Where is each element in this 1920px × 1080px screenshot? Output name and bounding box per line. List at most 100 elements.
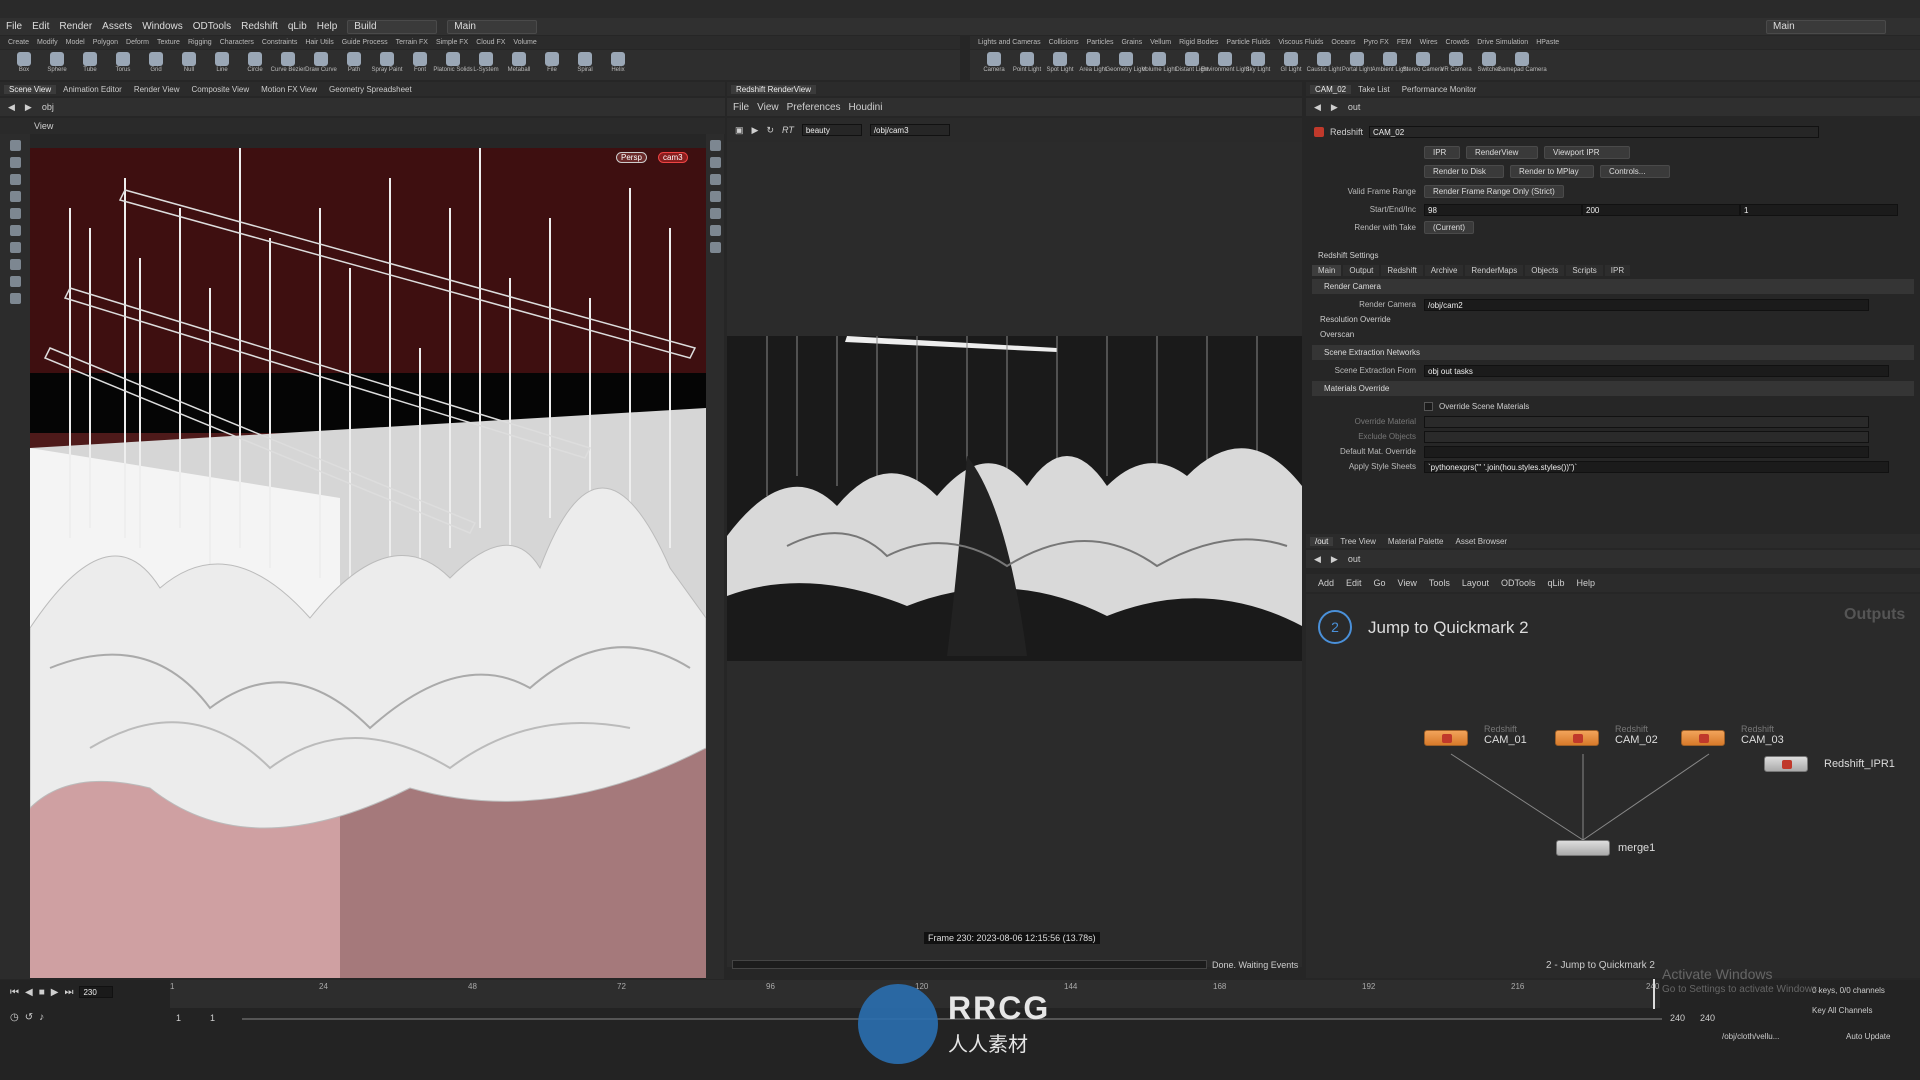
shelf-tab[interactable]: Polygon bbox=[93, 39, 118, 46]
render-to-disk-button[interactable]: Render to Disk bbox=[1424, 165, 1504, 178]
light-icon[interactable] bbox=[709, 157, 721, 168]
menu-qlib[interactable]: qLib bbox=[288, 21, 307, 32]
shelf-tab[interactable]: Vellum bbox=[1150, 39, 1171, 46]
ipr-button[interactable]: IPR bbox=[1424, 146, 1460, 159]
refresh-icon[interactable]: ↻ bbox=[766, 125, 774, 136]
pose-tool-icon[interactable] bbox=[9, 242, 21, 253]
shelf-tool[interactable]: Portal Light bbox=[1342, 50, 1372, 73]
node-merge1[interactable] bbox=[1556, 840, 1610, 856]
overscan-toggle[interactable]: Overscan bbox=[1320, 330, 1354, 339]
tab-out[interactable]: /out bbox=[1310, 536, 1334, 546]
shelf-tool[interactable]: Spiral bbox=[571, 50, 599, 73]
shelf-tab[interactable]: Terrain FX bbox=[396, 39, 428, 46]
auto-update[interactable]: Auto Update bbox=[1846, 1032, 1890, 1041]
tab-motion-fx-view[interactable]: Motion FX View bbox=[256, 85, 322, 94]
ghost-icon[interactable] bbox=[709, 225, 721, 236]
persp-badge[interactable]: Persp bbox=[616, 152, 647, 163]
step-back-icon[interactable]: ◀ bbox=[25, 987, 33, 998]
net-back-icon[interactable]: ◀ bbox=[1314, 554, 1321, 565]
tab-scene-view[interactable]: Scene View bbox=[4, 84, 57, 94]
shelf-tool[interactable]: Spot Light bbox=[1046, 50, 1074, 73]
settings-tab[interactable]: Output bbox=[1343, 265, 1380, 276]
override-checkbox[interactable] bbox=[1424, 402, 1433, 411]
shelf-tool[interactable]: Tube bbox=[76, 50, 104, 73]
play-icon[interactable]: ▶ bbox=[752, 125, 759, 136]
net-menu-edit[interactable]: Edit bbox=[1346, 578, 1362, 588]
snap-icon[interactable] bbox=[9, 293, 21, 304]
jump-start-icon[interactable]: ⏮ bbox=[10, 987, 19, 998]
rv-menu-file[interactable]: File bbox=[733, 102, 749, 113]
settings-tab[interactable]: IPR bbox=[1604, 265, 1631, 276]
exclude-objects-field[interactable] bbox=[1424, 430, 1869, 443]
menu-assets[interactable]: Assets bbox=[102, 21, 132, 32]
lock-icon[interactable] bbox=[9, 208, 21, 219]
shelf-tab[interactable]: Model bbox=[66, 39, 85, 46]
range-start2[interactable]: 1 bbox=[210, 1013, 215, 1023]
magnet-icon[interactable] bbox=[9, 276, 21, 287]
menu-file[interactable]: File bbox=[6, 21, 22, 32]
tab-material-palette[interactable]: Material Palette bbox=[1383, 537, 1449, 546]
shelf-tool[interactable]: Line bbox=[208, 50, 236, 73]
aov-select[interactable]: beauty bbox=[801, 124, 862, 136]
scale-tool-icon[interactable] bbox=[9, 191, 21, 202]
rv-menu-preferences[interactable]: Preferences bbox=[787, 102, 841, 113]
override-material-field[interactable] bbox=[1424, 415, 1869, 428]
shelf-tool[interactable]: Volume Light bbox=[1142, 50, 1176, 73]
display-options-icon[interactable] bbox=[709, 140, 721, 151]
shelf-tool[interactable]: Font bbox=[406, 50, 434, 73]
tab-take-list[interactable]: Take List bbox=[1353, 85, 1395, 94]
tab-animation-editor[interactable]: Animation Editor bbox=[58, 85, 127, 94]
inc-field[interactable]: 1 bbox=[1740, 203, 1898, 216]
menu-help[interactable]: Help bbox=[317, 21, 338, 32]
playhead[interactable] bbox=[1653, 979, 1655, 1009]
main-selector[interactable]: Main bbox=[447, 19, 538, 34]
net-menu-tools[interactable]: Tools bbox=[1429, 578, 1450, 588]
net-menu-layout[interactable]: Layout bbox=[1462, 578, 1489, 588]
move-tool-icon[interactable] bbox=[9, 157, 21, 168]
forward-arrow-icon[interactable]: ▶ bbox=[25, 102, 32, 113]
params-forward-icon[interactable]: ▶ bbox=[1331, 102, 1338, 113]
range-end[interactable]: 240 bbox=[1670, 1013, 1685, 1023]
shelf-tab[interactable]: Guide Process bbox=[342, 39, 388, 46]
shelf-tab[interactable]: Drive Simulation bbox=[1477, 39, 1528, 46]
resolution-override-toggle[interactable]: Resolution Override bbox=[1320, 315, 1391, 324]
end-field[interactable]: 200 bbox=[1582, 203, 1740, 216]
node-redshift-ipr[interactable] bbox=[1764, 756, 1808, 772]
shelf-tab[interactable]: Lights and Cameras bbox=[978, 39, 1041, 46]
start-field[interactable]: 98 bbox=[1424, 203, 1582, 216]
tab-redshift-renderview[interactable]: Redshift RenderView bbox=[731, 84, 817, 94]
shelf-tool[interactable]: Curve Bezier bbox=[271, 50, 305, 73]
shelf-tool[interactable]: Sphere bbox=[43, 50, 71, 73]
shelf-tool[interactable]: Camera bbox=[980, 50, 1008, 73]
params-path[interactable]: out bbox=[1348, 102, 1361, 112]
scene-extraction-section[interactable]: Scene Extraction Networks bbox=[1312, 345, 1914, 360]
shelf-tab[interactable]: Constraints bbox=[262, 39, 297, 46]
shelf-tool[interactable]: Gamepad Camera bbox=[1497, 50, 1547, 73]
rotate-tool-icon[interactable] bbox=[9, 174, 21, 185]
node-name-field[interactable]: CAM_02 bbox=[1369, 126, 1820, 138]
shelf-tab[interactable]: Cloud FX bbox=[476, 39, 505, 46]
paint-tool-icon[interactable] bbox=[9, 259, 21, 270]
network-path[interactable]: out bbox=[1348, 554, 1361, 564]
shelf-tool[interactable]: Torus bbox=[109, 50, 137, 73]
desktop-selector[interactable]: Build bbox=[347, 19, 438, 34]
shelf-tool[interactable]: Box bbox=[10, 50, 38, 73]
shelf-tab[interactable]: Create bbox=[8, 39, 29, 46]
shelf-tab[interactable]: FEM bbox=[1397, 39, 1412, 46]
camera-badge[interactable]: cam3 bbox=[658, 152, 688, 163]
shelf-tab[interactable]: Pyro FX bbox=[1364, 39, 1389, 46]
shelf-tab[interactable]: Texture bbox=[157, 39, 180, 46]
jump-end-icon[interactable]: ⏭ bbox=[64, 987, 73, 998]
shelf-tab[interactable]: Volume bbox=[513, 39, 536, 46]
handle-tool-icon[interactable] bbox=[9, 225, 21, 236]
range-end2[interactable]: 240 bbox=[1700, 1013, 1715, 1023]
right-desktop-selector[interactable]: Main bbox=[1766, 19, 1886, 34]
tab-tree-view[interactable]: Tree View bbox=[1335, 537, 1381, 546]
shelf-tool[interactable]: Ambient Light bbox=[1372, 50, 1408, 73]
menu-windows[interactable]: Windows bbox=[142, 21, 183, 32]
default-mat-override-field[interactable] bbox=[1424, 445, 1869, 458]
shelf-tab[interactable]: Simple FX bbox=[436, 39, 468, 46]
key-all-channels[interactable]: Key All Channels bbox=[1812, 1006, 1872, 1015]
scene-path[interactable]: obj bbox=[42, 102, 54, 112]
shelf-tab[interactable]: Collisions bbox=[1049, 39, 1079, 46]
